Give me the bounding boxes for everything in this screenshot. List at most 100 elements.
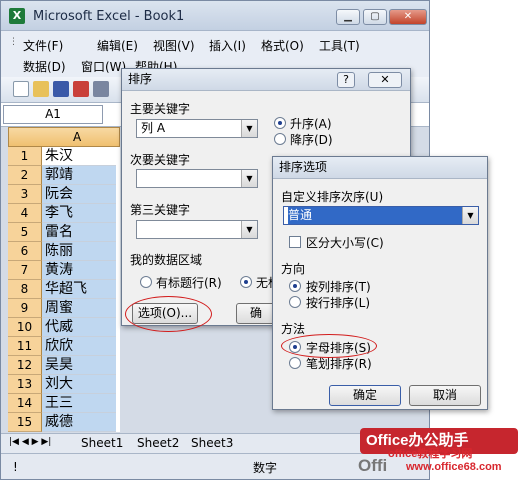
cell-a13[interactable]: 刘大 <box>42 375 116 394</box>
row-header[interactable]: 14 <box>8 394 42 413</box>
sort-dialog-title: 排序 <box>122 69 410 91</box>
sort-close-button[interactable]: ✕ <box>368 72 402 88</box>
cell-a6[interactable]: 陈丽 <box>42 242 116 261</box>
row-header[interactable]: 2 <box>8 166 42 185</box>
name-box[interactable]: A1 <box>3 105 103 124</box>
new-icon[interactable] <box>13 81 29 97</box>
tertiary-key-select[interactable]: ▼ <box>136 220 258 239</box>
row-header[interactable]: 11 <box>8 337 42 356</box>
options-dialog-title: 排序选项 <box>273 157 487 179</box>
menu-view[interactable]: 视图(V) <box>153 37 195 54</box>
menu-data[interactable]: 数据(D) <box>23 58 66 75</box>
menu-grip-icon: ⋮ <box>9 37 18 47</box>
row-header[interactable]: 12 <box>8 356 42 375</box>
column-header-a[interactable]: A <box>8 127 120 147</box>
minimize-button[interactable]: ▁ <box>336 9 360 25</box>
save-icon[interactable] <box>53 81 69 97</box>
descending-radio[interactable] <box>274 133 286 145</box>
case-sensitive-checkbox[interactable] <box>289 236 301 248</box>
options-cancel-button[interactable]: 取消 <box>409 385 481 406</box>
tab-nav-icons[interactable]: |◀ ◀ ▶ ▶| <box>9 437 51 447</box>
cell-a15[interactable]: 威德 <box>42 413 116 432</box>
primary-key-label: 主要关键字 <box>130 102 191 116</box>
row-header[interactable]: 9 <box>8 299 42 318</box>
print-icon[interactable] <box>93 81 109 97</box>
cell-a8[interactable]: 华超飞 <box>42 280 116 299</box>
direction-label: 方向 <box>281 262 306 276</box>
menu-edit[interactable]: 编辑(E) <box>97 37 138 54</box>
row-header[interactable]: 1 <box>8 147 42 166</box>
chevron-down-icon: ▼ <box>462 207 478 224</box>
sort-options-dialog: 排序选项 自定义排序次序(U) 普通 ▼ 区分大小写(C) 方向 按列排序(T) … <box>272 156 488 410</box>
close-button[interactable]: ✕ <box>389 9 427 25</box>
by-row-label: 按行排序(L) <box>306 296 371 310</box>
cell-a7[interactable]: 黄涛 <box>42 261 116 280</box>
sort-ok-button[interactable]: 确 <box>236 303 276 324</box>
row-header[interactable]: 4 <box>8 204 42 223</box>
cell-a14[interactable]: 王三 <box>42 394 116 413</box>
cell-a10[interactable]: 代威 <box>42 318 116 337</box>
no-header-radio[interactable] <box>240 276 252 288</box>
window-title: Microsoft Excel - Book1 <box>33 9 185 24</box>
menu-file[interactable]: 文件(F) <box>23 37 63 54</box>
tab-sheet3[interactable]: Sheet3 <box>191 436 233 450</box>
row-header[interactable]: 5 <box>8 223 42 242</box>
menu-format[interactable]: 格式(O) <box>261 37 304 54</box>
excel-app-icon: X <box>9 8 25 24</box>
by-row-radio[interactable] <box>289 296 301 308</box>
case-sensitive-label: 区分大小写(C) <box>306 236 384 250</box>
maximize-button[interactable]: ▢ <box>363 9 387 25</box>
ascending-radio[interactable] <box>274 117 286 129</box>
row-header[interactable]: 7 <box>8 261 42 280</box>
secondary-key-label: 次要关键字 <box>130 153 191 167</box>
has-header-label: 有标题行(R) <box>156 276 222 290</box>
cell-a4[interactable]: 李飞 <box>42 204 116 223</box>
permission-icon[interactable] <box>73 81 89 97</box>
cell-a1[interactable]: 朱汉 <box>42 147 116 166</box>
row-header[interactable]: 15 <box>8 413 42 432</box>
method-label: 方法 <box>281 322 306 336</box>
chevron-down-icon: ▼ <box>241 170 257 187</box>
row-header[interactable]: 8 <box>8 280 42 299</box>
stroke-radio[interactable] <box>289 357 301 369</box>
chevron-down-icon: ▼ <box>241 120 257 137</box>
menu-tools[interactable]: 工具(T) <box>319 37 360 54</box>
watermark-url: www.office68.com <box>406 461 502 473</box>
tab-sheet1[interactable]: Sheet1 <box>81 436 123 450</box>
primary-key-select[interactable]: 列 A ▼ <box>136 119 258 138</box>
open-folder-icon[interactable] <box>33 81 49 97</box>
highlight-ring-options <box>125 296 212 332</box>
row-header[interactable]: 13 <box>8 375 42 394</box>
primary-key-value: 列 A <box>141 121 166 135</box>
menu-insert[interactable]: 插入(I) <box>209 37 246 54</box>
row-header[interactable]: 10 <box>8 318 42 337</box>
cell-a12[interactable]: 吴昊 <box>42 356 116 375</box>
by-column-radio[interactable] <box>289 280 301 292</box>
row-header[interactable]: 3 <box>8 185 42 204</box>
tab-sheet2[interactable]: Sheet2 <box>137 436 179 450</box>
stroke-label: 笔划排序(R) <box>306 357 372 371</box>
cell-a9[interactable]: 周蜜 <box>42 299 116 318</box>
sort-dialog-title-text: 排序 <box>128 72 153 86</box>
help-button[interactable]: ? <box>337 72 355 88</box>
descending-label: 降序(D) <box>290 133 333 147</box>
chevron-down-icon: ▼ <box>241 221 257 238</box>
menu-window[interactable]: 窗口(W) <box>81 58 126 75</box>
custom-order-select[interactable]: 普通 ▼ <box>283 206 479 225</box>
cell-a5[interactable]: 雷名 <box>42 223 116 242</box>
row-header[interactable]: 6 <box>8 242 42 261</box>
watermark-site: office教程学习网 <box>388 448 473 460</box>
options-cancel-label: 取消 <box>432 388 457 402</box>
title-bar: X Microsoft Excel - Book1 ▁ ▢ ✕ <box>1 1 429 31</box>
secondary-key-select[interactable]: ▼ <box>136 169 258 188</box>
has-header-radio[interactable] <box>140 276 152 288</box>
sort-ok-label: 确 <box>249 306 262 320</box>
ascending-label: 升序(A) <box>290 117 332 131</box>
options-ok-button[interactable]: 确定 <box>329 385 401 406</box>
custom-order-value: 普通 <box>288 207 464 224</box>
cell-a11[interactable]: 欣欣 <box>42 337 116 356</box>
cell-a3[interactable]: 阮会 <box>42 185 116 204</box>
column-header-label: A <box>73 130 82 144</box>
cell-a2[interactable]: 郭靖 <box>42 166 116 185</box>
options-ok-label: 确定 <box>352 388 377 402</box>
